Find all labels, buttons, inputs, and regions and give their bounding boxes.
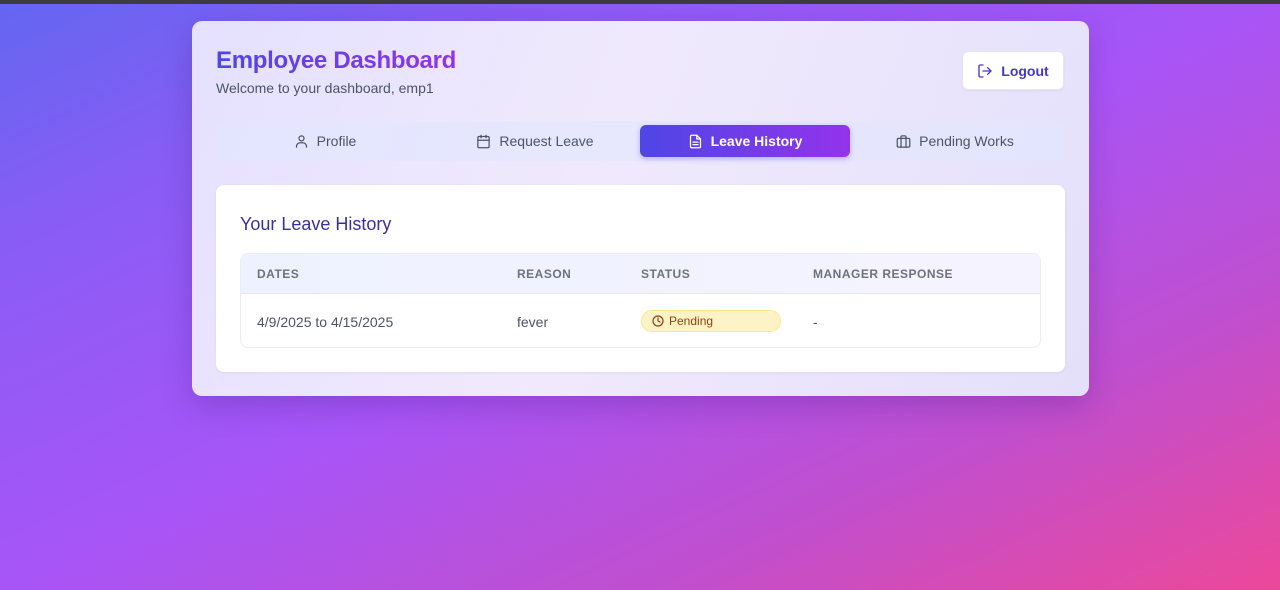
leave-history-panel: Your Leave History DATES REASON STATUS M… (216, 185, 1065, 372)
tab-label: Pending Works (919, 133, 1014, 149)
document-icon (688, 134, 703, 149)
logout-label: Logout (1001, 62, 1049, 79)
tab-label: Profile (316, 133, 357, 149)
cell-reason: fever (517, 314, 549, 330)
leave-history-table: DATES REASON STATUS MANAGER RESPONSE 4/9… (240, 253, 1041, 348)
column-header-manager-response: MANAGER RESPONSE (813, 267, 954, 281)
tab-leave-history[interactable]: Leave History (640, 125, 850, 157)
tab-label: Request Leave (499, 133, 594, 149)
dashboard-card: Employee Dashboard Welcome to your dashb… (192, 21, 1089, 396)
welcome-text: Welcome to your dashboard, emp1 (216, 80, 434, 96)
status-text: Pending (669, 314, 714, 328)
clock-icon (652, 315, 664, 327)
tab-profile[interactable]: Profile (220, 125, 430, 157)
table-header: DATES REASON STATUS MANAGER RESPONSE (241, 254, 1040, 294)
cell-manager-response: - (813, 314, 818, 330)
tab-pending-works[interactable]: Pending Works (850, 125, 1060, 157)
table-row: 4/9/2025 to 4/15/2025 fever Pending - (241, 294, 1040, 347)
tab-label: Leave History (710, 133, 803, 149)
status-badge: Pending (641, 310, 781, 332)
column-header-reason: REASON (517, 267, 572, 281)
logout-icon (977, 63, 993, 79)
user-icon (294, 134, 309, 149)
page-title: Employee Dashboard (216, 47, 457, 74)
briefcase-icon (896, 134, 911, 149)
column-header-dates: DATES (257, 267, 300, 281)
column-header-status: STATUS (641, 267, 691, 281)
tab-bar: Profile Request Leave Leave History Pend… (216, 121, 1065, 161)
calendar-icon (476, 134, 491, 149)
logout-button[interactable]: Logout (962, 51, 1064, 90)
browser-top-strip (0, 0, 1280, 4)
tab-request-leave[interactable]: Request Leave (430, 125, 640, 157)
section-title: Your Leave History (240, 214, 392, 234)
cell-dates: 4/9/2025 to 4/15/2025 (257, 314, 394, 330)
